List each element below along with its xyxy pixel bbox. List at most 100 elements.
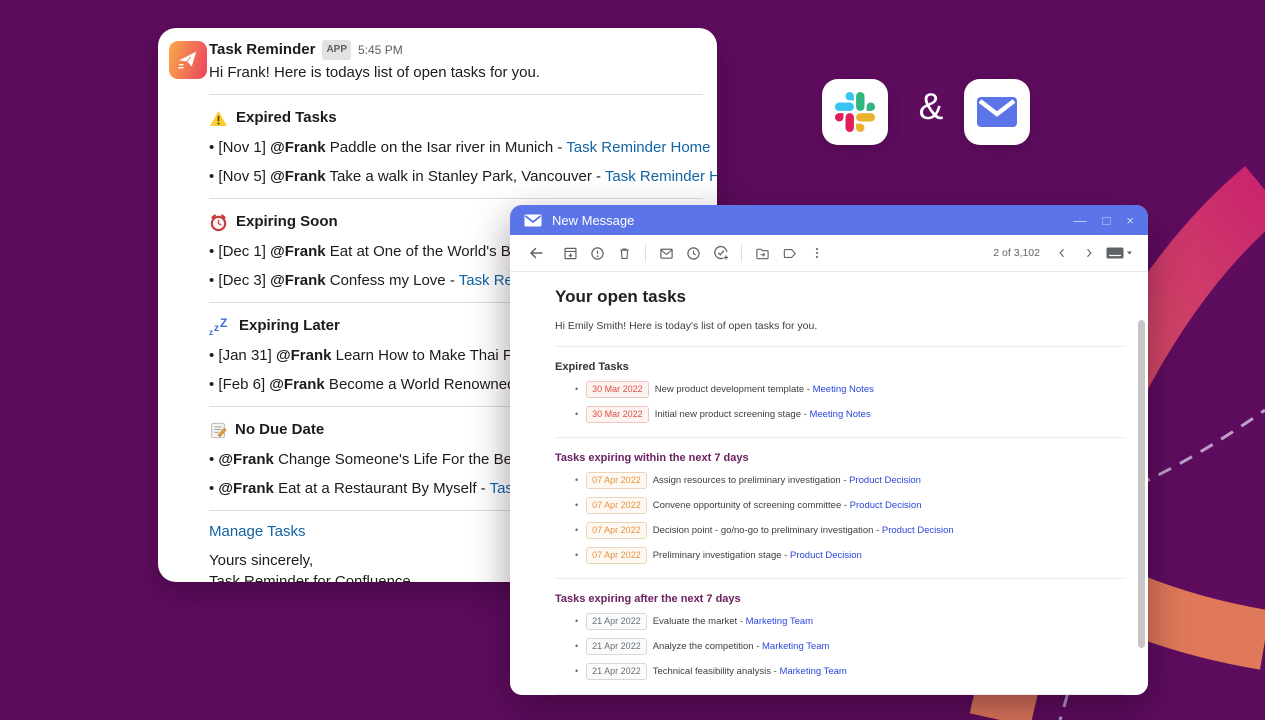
move-to-button[interactable] (749, 240, 776, 267)
task-source-link[interactable]: Marketing Team (779, 666, 846, 677)
task-date: [Dec 1] (218, 243, 271, 260)
task-source-link[interactable]: Product Decision (849, 475, 921, 486)
move-to-folder-icon (756, 248, 769, 259)
task-link[interactable]: Task Reminder Home (605, 168, 717, 185)
more-vert-icon (815, 248, 818, 258)
section-title-text: No Due Date (235, 421, 325, 438)
task-date: [Nov 1] (218, 139, 271, 156)
svg-text:z: z (214, 323, 219, 334)
due-date-chip: 07 Apr 2022 (586, 547, 647, 564)
task-mention: @Frank (270, 139, 326, 156)
alarm-clock-icon (210, 213, 227, 231)
task-link[interactable]: Task Reminder Home (566, 139, 710, 156)
task-item: [Nov 1] @Frank Paddle on the Isar river … (209, 138, 710, 158)
window-titlebar[interactable]: New Message — □ × (510, 205, 1148, 235)
svg-text:Z: Z (220, 316, 227, 330)
task-mention: @Frank (270, 243, 326, 260)
section-title-expired: Expired Tasks (209, 107, 703, 129)
report-spam-icon (591, 246, 604, 260)
scrollbar-thumb[interactable] (1138, 320, 1145, 648)
envelope-icon (977, 97, 1017, 127)
task-text: Initial new product screening stage - (654, 409, 810, 420)
section-title-text: Expired Tasks (236, 109, 337, 126)
manage-tasks-link[interactable]: Manage Tasks (209, 523, 305, 540)
task-item: [Nov 5] @Frank Take a walk in Stanley Pa… (209, 167, 717, 187)
email-greeting: Hi Emily Smith! Here is today's list of … (555, 320, 818, 332)
toolbar-separator (741, 244, 742, 262)
app-badge: APP (322, 40, 351, 60)
back-arrow-icon (529, 247, 543, 259)
task-source-link[interactable]: Product Decision (850, 500, 922, 511)
divider (555, 437, 1126, 438)
warning-icon (210, 110, 227, 126)
keyboard-icon (1106, 247, 1132, 259)
email-task-item: 07 Apr 2022 Decision point - go/no-go to … (575, 522, 1126, 539)
task-source-link[interactable]: Product Decision (790, 550, 862, 561)
divider (209, 94, 703, 95)
trash-icon (620, 247, 629, 259)
add-task-icon (713, 245, 728, 260)
divider (555, 578, 1126, 579)
email-section-title: Expired Tasks (555, 361, 629, 373)
due-date-chip: 21 Apr 2022 (586, 638, 647, 655)
maximize-button[interactable]: □ (1103, 214, 1111, 227)
email-task-item: 07 Apr 2022 Assign resources to prelimina… (575, 472, 1126, 489)
task-text: New product development template - (654, 384, 813, 395)
due-date-chip: 07 Apr 2022 (586, 497, 647, 514)
newer-button[interactable] (1048, 240, 1075, 267)
task-text: Eat at a Restaurant By Myself - (273, 480, 490, 497)
task-mention: @Frank (275, 347, 332, 364)
back-button[interactable] (522, 240, 549, 267)
task-source-link[interactable]: Meeting Notes (813, 384, 874, 395)
delete-button[interactable] (611, 240, 638, 267)
labels-button[interactable] (776, 240, 803, 267)
due-date-chip: 21 Apr 2022 (586, 613, 647, 630)
more-options-button[interactable] (803, 240, 830, 267)
task-mention: @Frank (218, 451, 274, 468)
task-text: Convene opportunity of screening committ… (652, 500, 850, 511)
mark-unread-button[interactable] (653, 240, 680, 267)
due-date-chip: 07 Apr 2022 (586, 522, 647, 539)
slack-icon (835, 92, 875, 132)
mail-logo (964, 79, 1030, 145)
task-text: Paddle on the Isar river in Munich - (325, 139, 567, 156)
minimize-button[interactable]: — (1074, 214, 1087, 227)
email-task-item: 21 Apr 2022 Evaluate the market - Marketi… (575, 613, 1126, 630)
task-source-link[interactable]: Marketing Team (746, 616, 813, 627)
page-background: { "hero": { "ampersand": "&" }, "slack_c… (0, 0, 1265, 720)
report-spam-button[interactable] (584, 240, 611, 267)
archive-icon (564, 247, 577, 259)
add-to-tasks-button[interactable] (707, 240, 734, 267)
task-reminder-app-avatar (169, 41, 207, 79)
task-text: Technical feasibility analysis - (652, 666, 780, 677)
paper-plane-icon (178, 51, 197, 69)
memo-icon (211, 422, 227, 438)
task-text: Take a walk in Stanley Park, Vancouver - (325, 168, 605, 185)
input-tools-button[interactable] (1102, 240, 1136, 267)
email-task-item: 07 Apr 2022 Preliminary investigation sta… (575, 547, 1126, 564)
snooze-button[interactable] (680, 240, 707, 267)
close-button[interactable]: × (1126, 214, 1134, 227)
message-timestamp: 5:45 PM (358, 43, 403, 57)
label-icon (783, 248, 796, 258)
slack-greeting: Hi Frank! Here is todays list of open ta… (209, 64, 540, 81)
archive-button[interactable] (557, 240, 584, 267)
task-date: [Feb 6] (218, 376, 270, 393)
task-date: [Nov 5] (218, 168, 271, 185)
task-source-link[interactable]: Meeting Notes (809, 409, 870, 420)
slack-logo (822, 79, 888, 145)
email-task-item: 21 Apr 2022 Analyze the competition - Mar… (575, 638, 1126, 655)
older-button[interactable] (1075, 240, 1102, 267)
task-source-link[interactable]: Marketing Team (762, 641, 829, 652)
due-date-chip: 07 Apr 2022 (586, 472, 647, 489)
task-mention: @Frank (269, 376, 325, 393)
email-section-title: Tasks expiring within the next 7 days (555, 452, 749, 464)
divider (209, 198, 703, 199)
task-text: Decision point - go/no-go to preliminary… (652, 525, 882, 536)
clock-icon (687, 246, 700, 260)
svg-text:z: z (209, 328, 213, 336)
task-source-link[interactable]: Product Decision (882, 525, 954, 536)
window-title: New Message (552, 212, 635, 228)
divider (555, 346, 1126, 347)
email-section-title: Tasks expiring after the next 7 days (555, 593, 741, 605)
